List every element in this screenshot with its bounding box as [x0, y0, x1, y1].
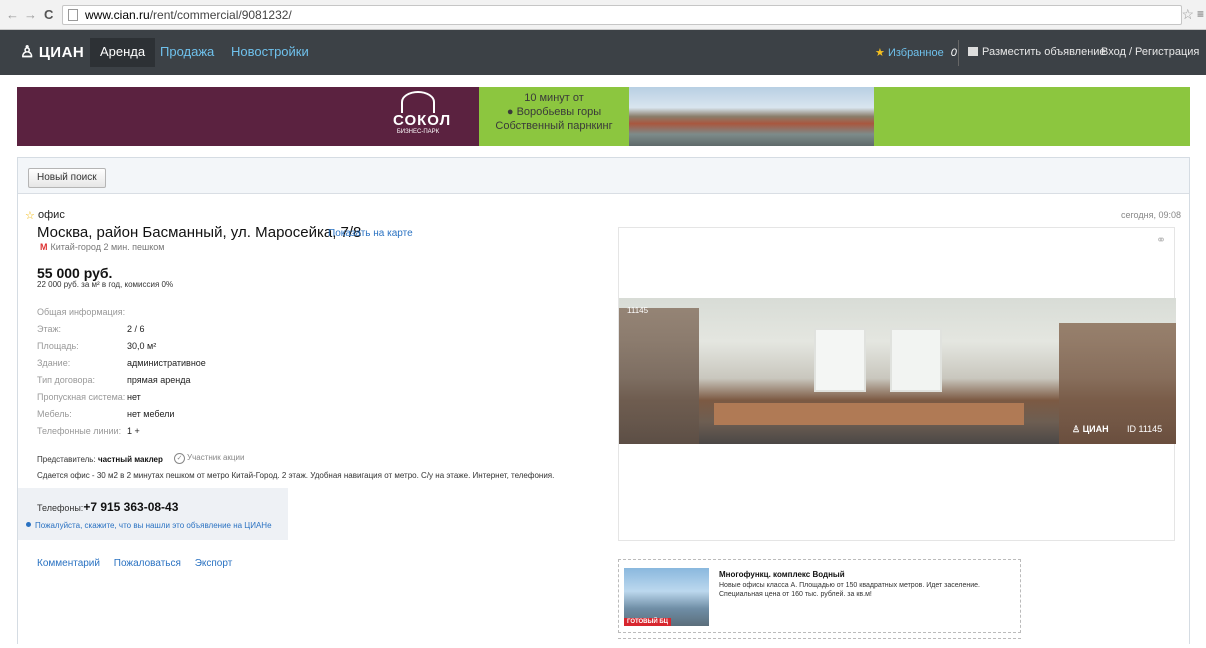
photo-watermark-logo: ♙ ЦИАН — [1072, 424, 1109, 434]
menu-icon[interactable]: ≡ — [1197, 7, 1204, 21]
tab-new-buildings[interactable]: Новостройки — [221, 38, 319, 67]
browser-toolbar: ← → C www.cian.ru/rent/commercial/908123… — [0, 0, 1206, 30]
tab-sale[interactable]: Продажа — [150, 38, 224, 67]
site-header: ♙ ЦИАН Аренда Продажа Новостройки ★ Избра… — [0, 30, 1206, 75]
banner-logo-arc-icon — [401, 91, 435, 113]
banner-photo — [629, 87, 874, 146]
photo-gallery: ⚭ 11145 ♙ ЦИАН ID 11145 — [618, 227, 1176, 541]
listing-date: сегодня, 09:08 — [1120, 210, 1181, 220]
ad-banner[interactable]: СОКОЛ БИЗНЕС-ПАРК 10 минут от ● Воробьев… — [17, 87, 1190, 146]
export-link[interactable]: Экспорт — [195, 558, 233, 569]
complain-link[interactable]: Пожаловаться — [114, 558, 181, 569]
metro-icon: M — [40, 242, 48, 252]
photo-desk — [714, 403, 1024, 425]
listing-address: Москва, район Басманный, ул. Маросейка, … — [37, 224, 362, 241]
page-icon — [68, 9, 78, 21]
favorite-star-icon[interactable]: ☆ — [25, 209, 35, 222]
tab-rent[interactable]: Аренда — [90, 38, 156, 67]
show-on-map-link[interactable]: Показать на карте — [328, 228, 413, 239]
price: 55 000 руб. — [37, 265, 113, 281]
ad-image[interactable]: ГОТОВЫЙ БЦ — [624, 568, 709, 626]
bookmark-star-icon[interactable]: ☆ — [1181, 6, 1194, 23]
forward-button[interactable]: → — [24, 7, 37, 22]
phone-box: Телефоны:+7 915 363-08-43 Пожалуйста, ск… — [18, 488, 288, 540]
url-text: www.cian.ru/rent/commercial/9081232/ — [85, 8, 292, 22]
post-ad-link[interactable]: Разместить объявление — [968, 46, 1106, 58]
listing-photo[interactable]: 11145 ♙ ЦИАН ID 11145 — [619, 298, 1176, 444]
reload-button[interactable]: C — [44, 7, 53, 22]
photo-shelf-left — [619, 308, 699, 444]
banner-green-area — [874, 87, 1190, 146]
link-icon[interactable]: ⚭ — [1156, 233, 1166, 247]
ad-block[interactable]: ГОТОВЫЙ БЦ Многофункц. комплекс Водный Н… — [618, 559, 1021, 633]
listing-type: офис — [38, 209, 65, 221]
photo-window — [814, 328, 866, 392]
favorites-count: 0 — [950, 47, 957, 59]
metro-icon: ● — [506, 106, 514, 118]
banner-text: 10 минут от ● Воробьевы горы Собственный… — [479, 87, 629, 146]
listing-actions: Комментарий Пожаловаться Экспорт — [37, 558, 243, 569]
site-logo[interactable]: ♙ ЦИАН — [20, 42, 84, 62]
phone-info: Телефоны:+7 915 363-08-43 — [37, 500, 179, 514]
listing-panel: Новый поиск ☆ офис сегодня, 09:08 Москва… — [17, 157, 1190, 644]
login-link[interactable]: Вход / Регистрация — [1101, 46, 1199, 58]
ad-text: Новые офисы класса А. Площадью от 150 кв… — [719, 582, 980, 598]
photo-window — [890, 328, 942, 392]
ad-title[interactable]: Многофункц. комплекс Водный — [719, 570, 845, 579]
new-search-button[interactable]: Новый поиск — [28, 168, 106, 188]
phone-note: Пожалуйста, скажите, что вы нашли это об… — [26, 521, 272, 530]
logo-person-icon: ♙ — [20, 44, 35, 61]
back-button[interactable]: ← — [6, 7, 19, 22]
phone-number: +7 915 363-08-43 — [83, 500, 179, 514]
ad-block-next — [618, 638, 1021, 648]
post-ad-icon — [968, 47, 978, 56]
metro-info: M Китай-город 2 мин. пешком — [40, 242, 165, 252]
search-bar: Новый поиск — [18, 158, 1189, 194]
promo-badge: ✓ Участник акции — [174, 453, 244, 464]
comment-link[interactable]: Комментарий — [37, 558, 100, 569]
ad-image-label: ГОТОВЫЙ БЦ — [624, 618, 672, 626]
representative: Представитель: частный маклер — [37, 455, 163, 464]
price-details: 22 000 руб. за м² в год, комиссия 0% — [37, 280, 174, 289]
favorites-link[interactable]: ★ Избранное 0 — [875, 46, 957, 59]
bullet-icon — [26, 522, 31, 527]
address-bar[interactable]: www.cian.ru/rent/commercial/9081232/ — [62, 5, 1182, 25]
photo-id: ID 11145 — [1127, 424, 1163, 434]
banner-logo: СОКОЛ БИЗНЕС-ПАРК — [393, 91, 450, 141]
photo-watermark-id: 11145 — [627, 306, 649, 315]
header-divider — [958, 40, 959, 66]
check-badge-icon: ✓ — [174, 453, 185, 464]
info-title: Общая информация: — [37, 307, 126, 317]
favorites-star-icon: ★ — [875, 47, 885, 59]
listing-description: Сдается офис - 30 м2 в 2 минутах пешком … — [37, 471, 555, 480]
